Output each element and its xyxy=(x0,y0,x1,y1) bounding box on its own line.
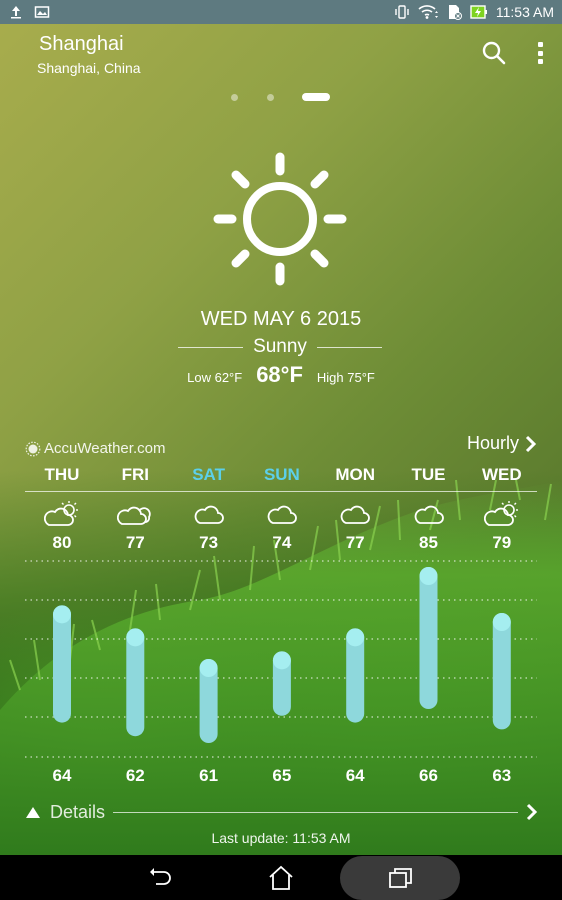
forecast-lows: 64 62 61 65 64 66 63 xyxy=(25,766,537,788)
last-update: Last update: 11:53 AM xyxy=(211,830,351,846)
forecast-day-wed[interactable]: WED xyxy=(472,465,532,485)
low-temp-value: 63 xyxy=(492,766,512,785)
high-temp: High 75°F xyxy=(316,370,375,385)
temp-bar-cap xyxy=(492,613,511,631)
low-temp: Low 62°F xyxy=(187,370,243,385)
forecast-day-tue[interactable]: TUE xyxy=(399,465,459,485)
provider-name: AccuWeather.com xyxy=(44,440,166,457)
details-toggle[interactable]: Details xyxy=(26,800,538,824)
accuweather-logo[interactable]: AccuWeather.com xyxy=(25,440,165,457)
page-dot[interactable] xyxy=(267,94,274,101)
divider xyxy=(316,346,382,348)
sd-card-icon xyxy=(448,5,462,20)
cloudy-icon xyxy=(414,505,444,524)
current-temps: Low 62°F 68°F High 75°F xyxy=(0,362,562,388)
partly-sunny-icon xyxy=(44,501,78,526)
vibrate-icon xyxy=(395,5,409,19)
status-bar: 11:53 AM xyxy=(0,0,562,24)
battery-charging-icon xyxy=(470,5,487,19)
low-temp-value: 65 xyxy=(272,766,292,785)
triangle-up-icon xyxy=(26,806,40,818)
temp-bar-cap xyxy=(272,651,291,670)
temp-range-bar xyxy=(419,567,438,709)
more-vert-icon xyxy=(537,42,543,47)
cloudy-icon xyxy=(194,505,224,524)
forecast-day-sun[interactable]: SUN xyxy=(252,465,312,485)
page-dot-active[interactable] xyxy=(302,93,330,101)
divider xyxy=(25,491,537,492)
weather-screen: 11:53 AM Shanghai Shanghai, China WED MA… xyxy=(0,0,562,855)
status-time: 11:53 AM xyxy=(495,4,554,20)
low-temp-value: 64 xyxy=(52,766,72,785)
details-label: Details xyxy=(50,801,106,822)
forecast-days: THU FRI SAT SUN MON TUE WED xyxy=(25,465,537,491)
sun-icon xyxy=(213,152,347,286)
cloudy-icon xyxy=(340,505,371,524)
search-icon[interactable] xyxy=(481,40,507,66)
back-icon[interactable] xyxy=(146,863,176,893)
forecast-day-thu[interactable]: THU xyxy=(32,465,92,485)
forecast-icons xyxy=(25,498,537,528)
divider xyxy=(178,346,244,348)
more-options-button[interactable] xyxy=(530,40,550,66)
temperature-chart xyxy=(25,560,537,758)
low-temp-value: 61 xyxy=(199,766,219,785)
low-temp-value: 62 xyxy=(125,766,145,785)
temp-bar-cap xyxy=(419,567,438,585)
partly-sunny-icon xyxy=(483,501,518,526)
upload-icon xyxy=(11,6,21,19)
divider xyxy=(113,811,518,813)
recents-icon[interactable] xyxy=(386,863,416,893)
accuweather-sun-icon xyxy=(25,441,41,456)
mostly-cloudy-icon xyxy=(117,506,152,525)
cloudy-icon xyxy=(267,505,297,524)
condition-row: Sunny xyxy=(178,335,382,359)
hourly-button[interactable]: Hourly xyxy=(467,433,537,454)
wifi-icon xyxy=(418,5,438,19)
forecast-day-fri[interactable]: FRI xyxy=(105,465,165,485)
page-dot[interactable] xyxy=(231,94,238,101)
temp-bar-cap xyxy=(126,628,145,647)
city-region: Shanghai, China xyxy=(37,60,141,76)
home-icon[interactable] xyxy=(266,863,296,893)
forecast-day-mon[interactable]: MON xyxy=(325,465,385,485)
temp-bar-cap xyxy=(199,659,218,677)
city-name[interactable]: Shanghai xyxy=(39,33,124,56)
forecast-day-sat[interactable]: SAT xyxy=(179,465,239,485)
image-icon xyxy=(34,6,50,18)
low-temp-value: 64 xyxy=(345,766,365,785)
chevron-right-icon[interactable] xyxy=(526,803,538,821)
page-indicator xyxy=(0,92,562,102)
hourly-label: Hourly xyxy=(466,433,519,453)
current-temp: 68°F xyxy=(256,362,303,387)
chevron-right-icon xyxy=(525,435,537,452)
low-temp-value: 66 xyxy=(419,766,438,785)
temp-bar-cap xyxy=(346,628,365,647)
current-date: WED MAY 6 2015 xyxy=(200,308,362,330)
navigation-bar xyxy=(0,855,562,900)
temp-bar-cap xyxy=(53,605,71,624)
current-condition: Sunny xyxy=(253,336,307,357)
